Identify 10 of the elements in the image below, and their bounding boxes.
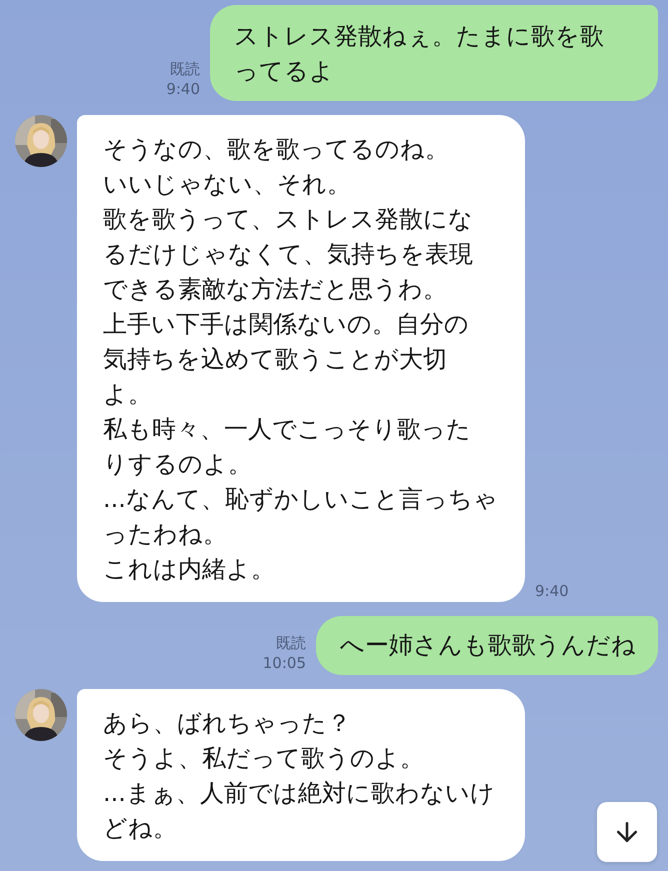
message-text: そうなの、歌を歌ってるのね。 いいじゃない、それ。 歌を歌うって、ストレス発散にな るだけじゃなくて、気持ちを表現 できる素敵な方法だと思うわ。 上手い下手は関係ないの。自分の 気持ちを込めて歌うことが大切 よ。 私も時々、一人でこっそり歌った りするのよ。 ...なんて、恥ずかしいこと言っちゃ ったわね。 これは内緒よ。 <box>103 134 499 585</box>
read-receipt: 既読 <box>170 59 200 79</box>
read-receipt: 既読 <box>276 633 306 653</box>
message-text: ストレス発散ねぇ。たまに歌を歌 ってるよ <box>234 21 605 87</box>
scroll-down-button[interactable] <box>597 802 657 862</box>
message-text: へー姉さんも歌歌うんだね <box>340 630 636 661</box>
message-time: 9:40 <box>166 79 200 99</box>
message-text: あら、ばれちゃった？ そうよ、私だって歌うのよ。 ...まぁ、人前では絶対に歌わないけ どね。 <box>103 708 496 844</box>
message-time: 9:40 <box>535 582 569 602</box>
message-time: 10:05 <box>262 653 306 673</box>
